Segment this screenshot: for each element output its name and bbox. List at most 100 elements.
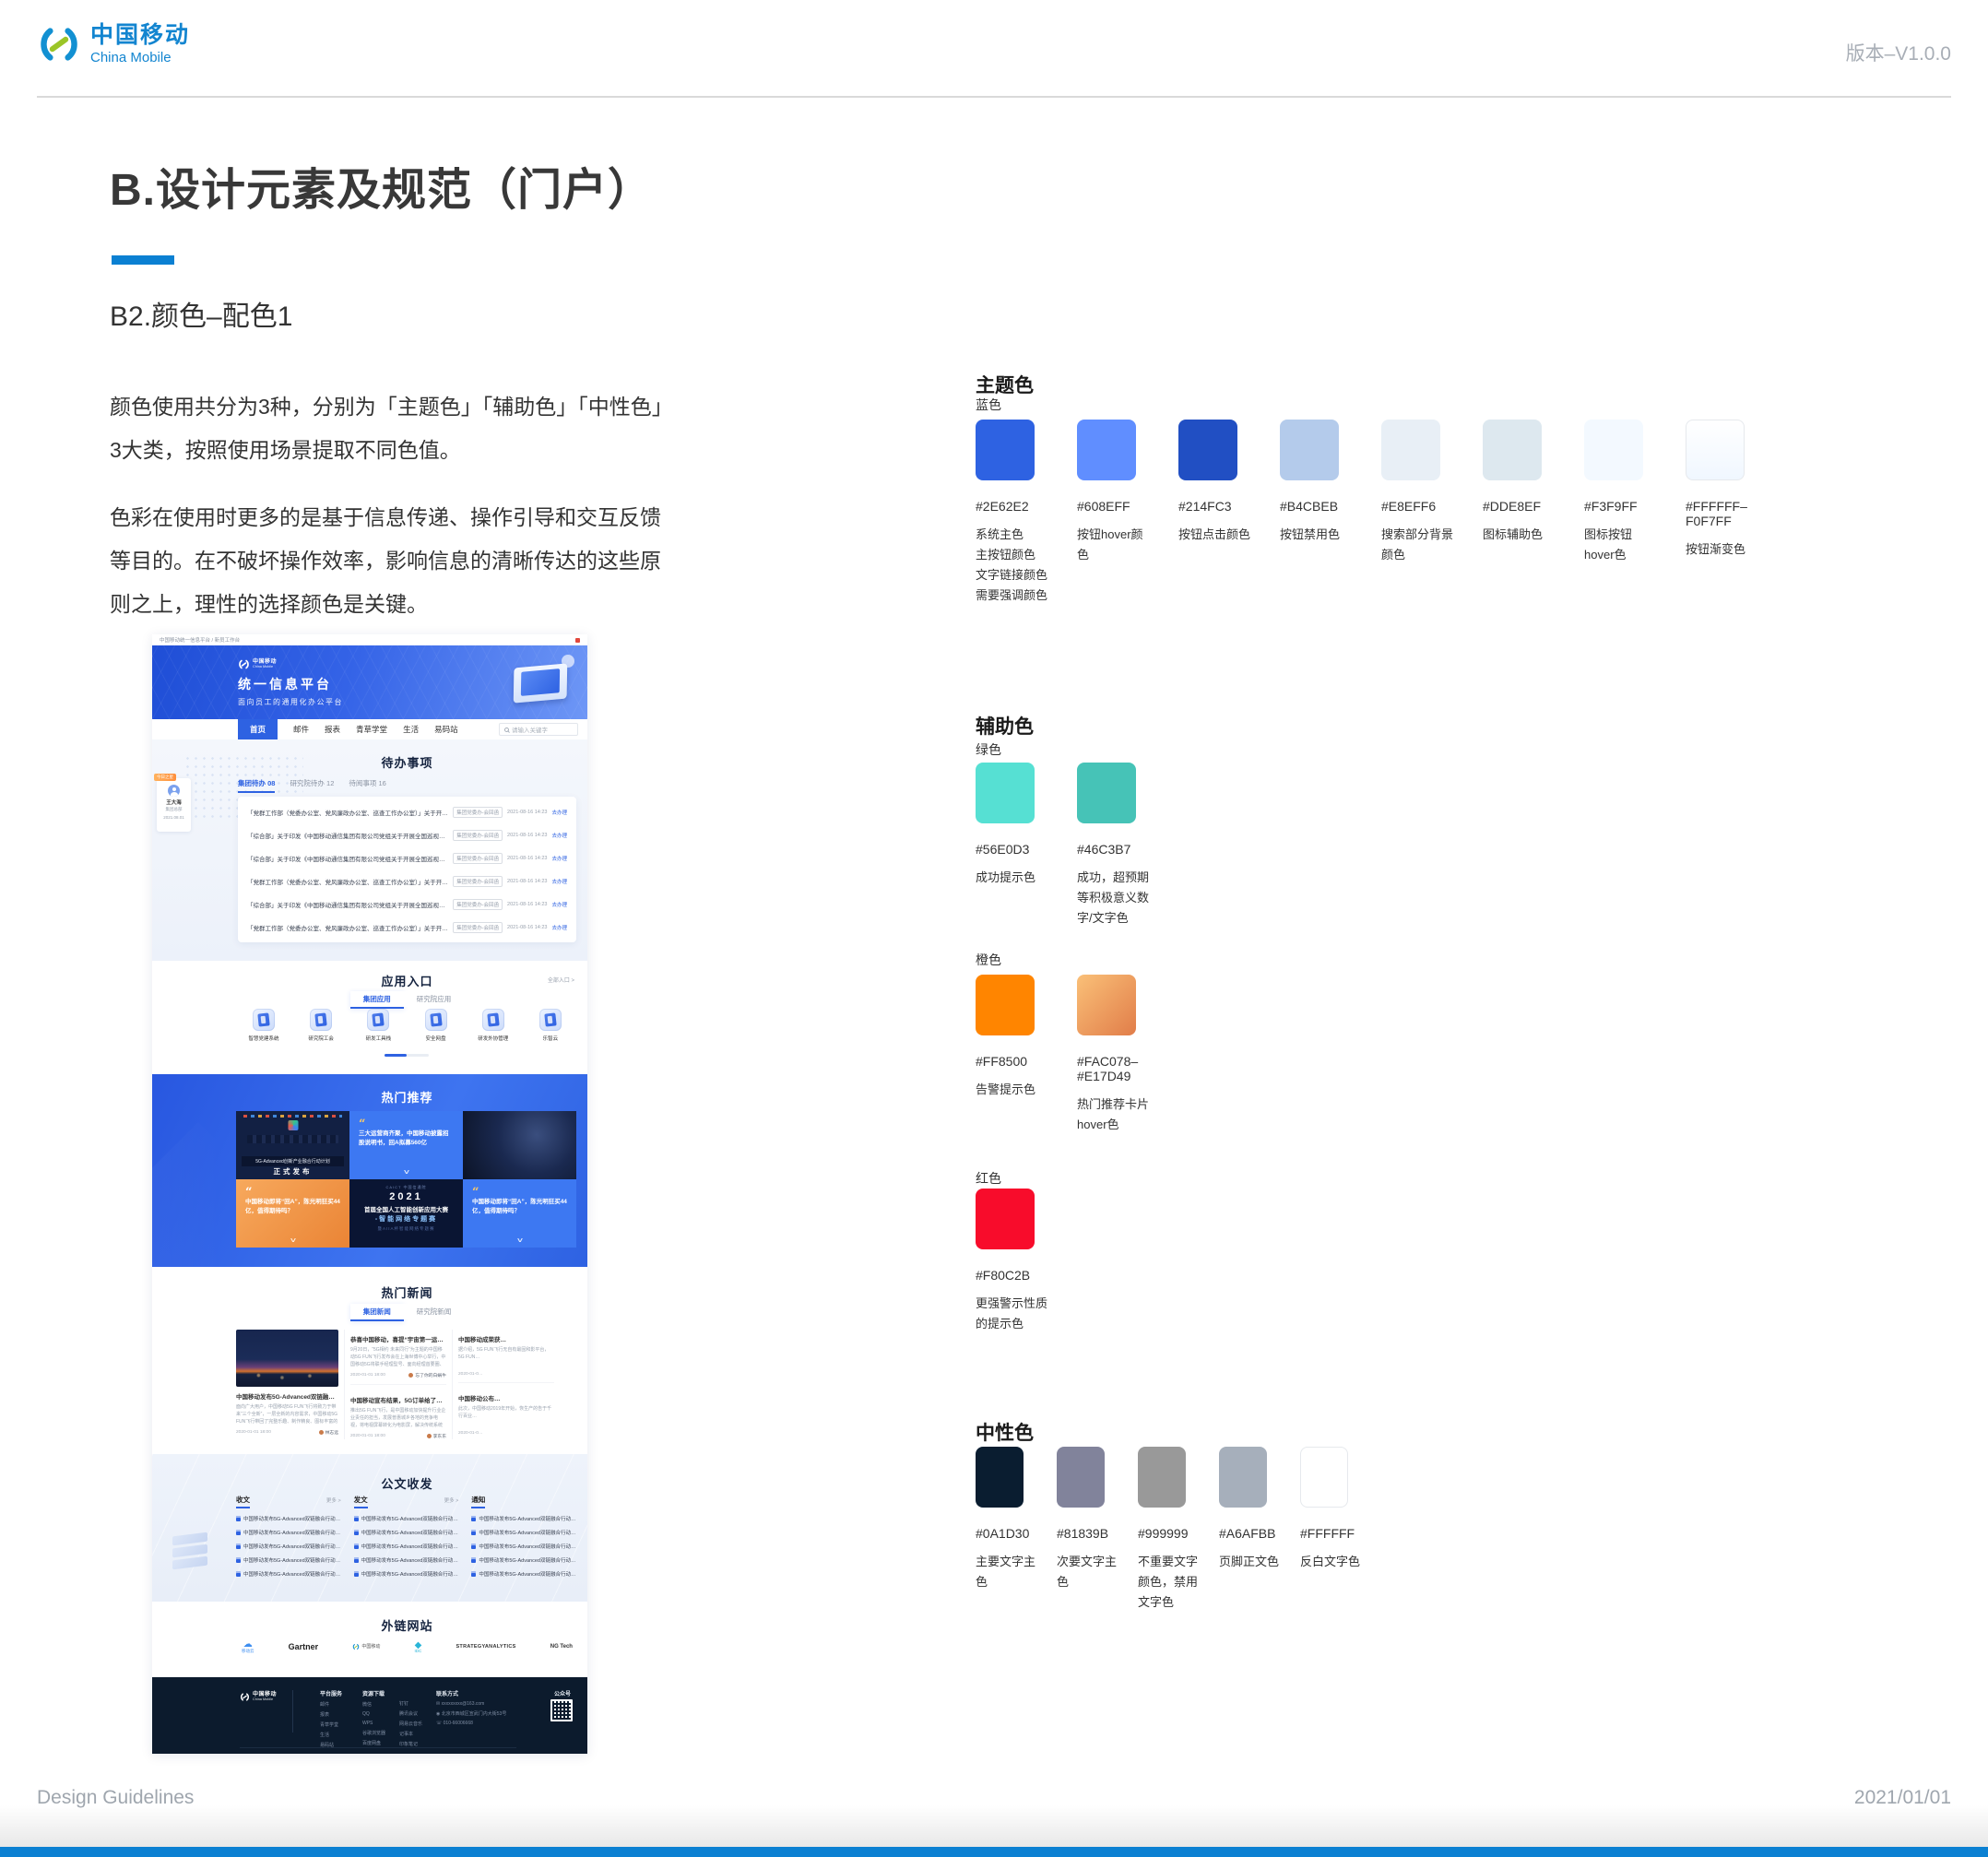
swatch-hex-label: #FF8500 — [976, 1054, 1077, 1069]
footer-link: ☏ 010-66006668 — [436, 1721, 506, 1726]
footer-link: ◉ 北京市西城区宣武门内大街53号 — [436, 1710, 506, 1717]
footer-link: WPS — [362, 1721, 385, 1726]
portal-todo-section: 待办事项 今日之星 王大海 集团总部 2021.08.01 集团待办 08研究院… — [152, 739, 587, 961]
swatch-hex-label: #608EFF — [1077, 499, 1178, 514]
todo-text: 「党群工作部（党委办公室、党风廉政办公室、巡查工作办公室）」关于开展年度… — [247, 808, 448, 817]
swatch-description: 按钮渐变色 — [1686, 539, 1759, 560]
color-swatch — [1584, 420, 1643, 480]
docs-column: 收文 更多 > 中国移动发布5G-Advanced双链融合行动计划… 中国移动发布5G… — [236, 1495, 341, 1578]
apps-icon-row: 智慧党建系统 研究院工会 研发工具栈 安全网盘 研发外协管理 乐智云 — [238, 1009, 576, 1042]
docs-item-text: 中国移动发布5G-Advanced双链融合行动计划… — [361, 1543, 459, 1550]
swatch-description: 按钮hover颜色 — [1077, 525, 1151, 565]
docs-item: 中国移动发布5G-Advanced双链融合行动计划… — [236, 1515, 341, 1522]
swatch-description: 反白文字色 — [1300, 1552, 1365, 1572]
swatch-desc-line: 反白文字色 — [1300, 1552, 1365, 1572]
swatch-column: #FFFFFF 反白文字色 — [1300, 1447, 1381, 1613]
portal-news-section: 热门新闻 集团新闻研究院新闻 中国移动发布5G-Advanced双链融合行动计划… — [152, 1267, 587, 1454]
todo-list-card: 「党群工作部（党委办公室、党风廉政办公室、巡查工作办公室）」关于开展年度… 集团… — [238, 797, 576, 942]
swatch-hex-label: #B4CBEB — [1280, 499, 1381, 514]
portal-nav-item: 青草学堂 — [356, 724, 387, 735]
search-icon — [504, 727, 509, 732]
swatch-hex-label: #FFFFFF–F0F7FF — [1686, 499, 1787, 528]
docs-column-name: 发文 — [354, 1495, 368, 1508]
app-label: 研究院工会 — [295, 1035, 347, 1042]
swatch-column: #0A1D30 主要文字主色 — [976, 1447, 1057, 1613]
palette-subgroup-label: 橙色 — [976, 951, 1001, 969]
news-meta: 2020-01-0… — [458, 1372, 554, 1377]
news-meta: 2020-01-0… — [458, 1431, 554, 1436]
event-subtitle: -智能网络专题赛 — [349, 1214, 463, 1224]
brand-name-en: China Mobile — [90, 51, 190, 66]
brand-name-cn: 中国移动 — [90, 23, 190, 49]
chevron-down-icon: ∨ — [289, 1237, 297, 1244]
swatch-hex-label: #81839B — [1057, 1526, 1138, 1541]
avatar — [168, 785, 180, 797]
footer-link: 生活 — [320, 1732, 342, 1738]
document-icon — [471, 1516, 476, 1521]
portal-footer-logo: 中国移动China Mobile — [240, 1692, 277, 1702]
todo-action-link: 去办理 — [551, 855, 567, 862]
docs-item-text: 中国移动发布5G-Advanced双链融合行动计划… — [361, 1529, 459, 1536]
docs-column-header: 通知 — [471, 1495, 576, 1508]
docs-item-text: 中国移动发布5G-Advanced双链融合行动计划… — [243, 1556, 341, 1564]
swatch-hex-label: #A6AFBB — [1219, 1526, 1300, 1541]
app-entry: 研究院工会 — [295, 1009, 347, 1042]
palette-subgroup-label: 绿色 — [976, 740, 1001, 759]
body-paragraph: 色彩在使用时更多的是基于信息传递、操作引导和交互反馈等目的。在不破坏操作效率，影… — [110, 496, 674, 626]
deco — [288, 1120, 298, 1130]
app-icon — [367, 1009, 389, 1031]
chevron-down-icon: ∨ — [402, 1169, 410, 1176]
docs-item: 中国移动发布5G-Advanced双链融合行动计划… — [354, 1570, 459, 1578]
footer-column-title: 联系方式 — [436, 1689, 506, 1697]
app-label: 安全网盘 — [410, 1035, 462, 1042]
app-label: 研发工具栈 — [352, 1035, 404, 1042]
swatch-desc-line: 文字链接颜色 — [976, 565, 1049, 585]
swatch-description: 告警提示色 — [976, 1080, 1049, 1100]
docs-column-name: 通知 — [471, 1495, 485, 1508]
hot-card-quote: “ 三大运营商齐聚，中国移动披露招股说明书，回A拟募560亿 ∨ — [349, 1111, 463, 1179]
app-entry: 智慧党建系统 — [238, 1009, 290, 1042]
user-name: 王大海 — [157, 798, 191, 806]
docs-item-text: 中国移动发布5G-Advanced双链融合行动计划… — [361, 1570, 459, 1578]
docs-more-link: 更多 > — [326, 1496, 341, 1504]
swatch-hex-label: #56E0D3 — [976, 842, 1077, 857]
swatch-desc-line: 告警提示色 — [976, 1080, 1049, 1100]
swatch-column: #81839B 次要文字主色 — [1057, 1447, 1138, 1613]
user-dept: 集团总部 — [157, 807, 191, 812]
app-icon — [253, 1009, 275, 1031]
hot-card-image — [463, 1111, 576, 1179]
swatch-desc-line: 系统主色 — [976, 525, 1049, 545]
swatch-description: 成功提示色 — [976, 868, 1049, 888]
color-swatch — [1381, 420, 1440, 480]
portal-links-section: 外链网站 ☁移动云Gartner中国移动◆IDCSTRATEGYANALYTIC… — [152, 1602, 587, 1677]
china-mobile-emblem-icon — [37, 22, 81, 66]
news-tab: 集团新闻 — [350, 1304, 404, 1321]
docs-item: 中国移动发布5G-Advanced双链融合行动计划… — [354, 1556, 459, 1564]
footer-column: 资源下载微信QQWPS谷歌浏览器百度网盘 — [362, 1689, 385, 1746]
docs-column-name: 收文 — [236, 1495, 250, 1508]
portal-hero-banner: 中国移动China Mobile 统一信息平台 面向员工的通用化办公平台 — [152, 645, 587, 719]
docs-column-header: 发文更多 > — [354, 1495, 459, 1508]
palette-group-title: 辅助色 — [976, 712, 1034, 739]
document-icon — [236, 1530, 241, 1535]
quote-icon: “ — [359, 1121, 454, 1128]
swatch-description: 按钮禁用色 — [1280, 525, 1354, 545]
portal-hero-subtitle: 面向员工的通用化办公平台 — [238, 697, 343, 707]
swatch-description: 搜索部分背景颜色 — [1381, 525, 1455, 565]
news-date: 2020-01-01 18:00 — [350, 1373, 385, 1378]
todo-date: 2021-08-16 14:23 — [507, 902, 547, 907]
swatch-column: #999999 不重要文字颜色，禁用文字色 — [1138, 1447, 1219, 1613]
external-site-logo: STRATEGYANALYTICS — [456, 1644, 515, 1650]
news-date: 2020-01-0… — [458, 1431, 483, 1436]
todo-tabs: 集团待办 08研究院待办 12待阅事项 16 — [238, 778, 386, 793]
external-site-logo: NG Tech — [550, 1644, 573, 1650]
news-excerpt: 推出5G FUN飞行，是中国移动加快提升行业企业责任的担当，发展普惠城乡各地的竞… — [350, 1407, 446, 1429]
app-icon — [425, 1009, 447, 1031]
swatch-desc-line: 次要文字主色 — [1057, 1552, 1121, 1592]
swatch-hex-label: #0A1D30 — [976, 1526, 1057, 1541]
swatch-column: #A6AFBB 页脚正文色 — [1219, 1447, 1300, 1613]
docs-item-text: 中国移动发布5G-Advanced双链融合行动计划… — [479, 1556, 576, 1564]
color-swatch — [1280, 420, 1339, 480]
todo-action-link: 去办理 — [551, 832, 567, 839]
app-icon — [310, 1009, 332, 1031]
